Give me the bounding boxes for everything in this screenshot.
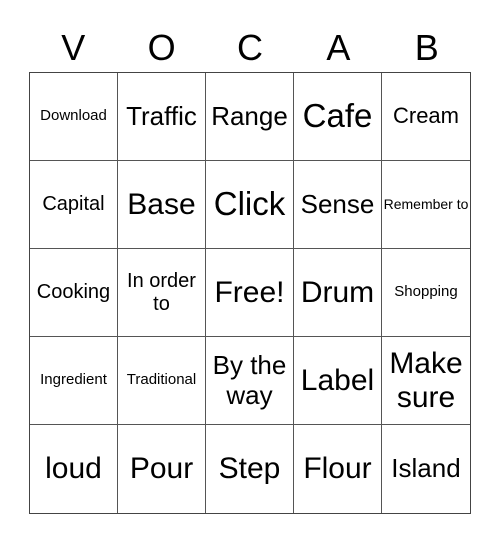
bingo-cell[interactable]: Sense	[294, 161, 382, 249]
bingo-cell[interactable]: Flour	[294, 425, 382, 513]
bingo-cell[interactable]: Capital	[30, 161, 118, 249]
bingo-cell[interactable]: Cooking	[30, 249, 118, 337]
bingo-cell[interactable]: loud	[30, 425, 118, 513]
bingo-cell[interactable]: Ingredient	[30, 337, 118, 425]
bingo-cell[interactable]: Step	[206, 425, 294, 513]
bingo-cell[interactable]: Make sure	[382, 337, 470, 425]
bingo-cell[interactable]: Click	[206, 161, 294, 249]
header-letter: A	[326, 27, 351, 68]
bingo-cell[interactable]: Download	[30, 73, 118, 161]
bingo-cell[interactable]: Drum	[294, 249, 382, 337]
bingo-cell[interactable]: Cream	[382, 73, 470, 161]
bingo-cell[interactable]: Pour	[118, 425, 206, 513]
bingo-cell[interactable]: Cafe	[294, 73, 382, 161]
bingo-cell[interactable]: Remember to	[382, 161, 470, 249]
bingo-cell[interactable]: Range	[206, 73, 294, 161]
header-letter: O	[147, 27, 176, 68]
header-letter: B	[414, 27, 439, 68]
bingo-card: Download Traffic Range Cafe Cream Capita…	[29, 72, 471, 514]
header-letter: V	[61, 27, 86, 68]
bingo-cell[interactable]: In order to	[118, 249, 206, 337]
bingo-cell[interactable]: Island	[382, 425, 470, 513]
bingo-cell[interactable]: Traffic	[118, 73, 206, 161]
free-space-cell[interactable]: Free!	[206, 249, 294, 337]
bingo-cell[interactable]: Shopping	[382, 249, 470, 337]
bingo-cell[interactable]: Base	[118, 161, 206, 249]
bingo-cell[interactable]: By the way	[206, 337, 294, 425]
bingo-cell[interactable]: Traditional	[118, 337, 206, 425]
header-letter: C	[236, 27, 263, 68]
bingo-header: V O C A B	[29, 26, 471, 70]
bingo-cell[interactable]: Label	[294, 337, 382, 425]
